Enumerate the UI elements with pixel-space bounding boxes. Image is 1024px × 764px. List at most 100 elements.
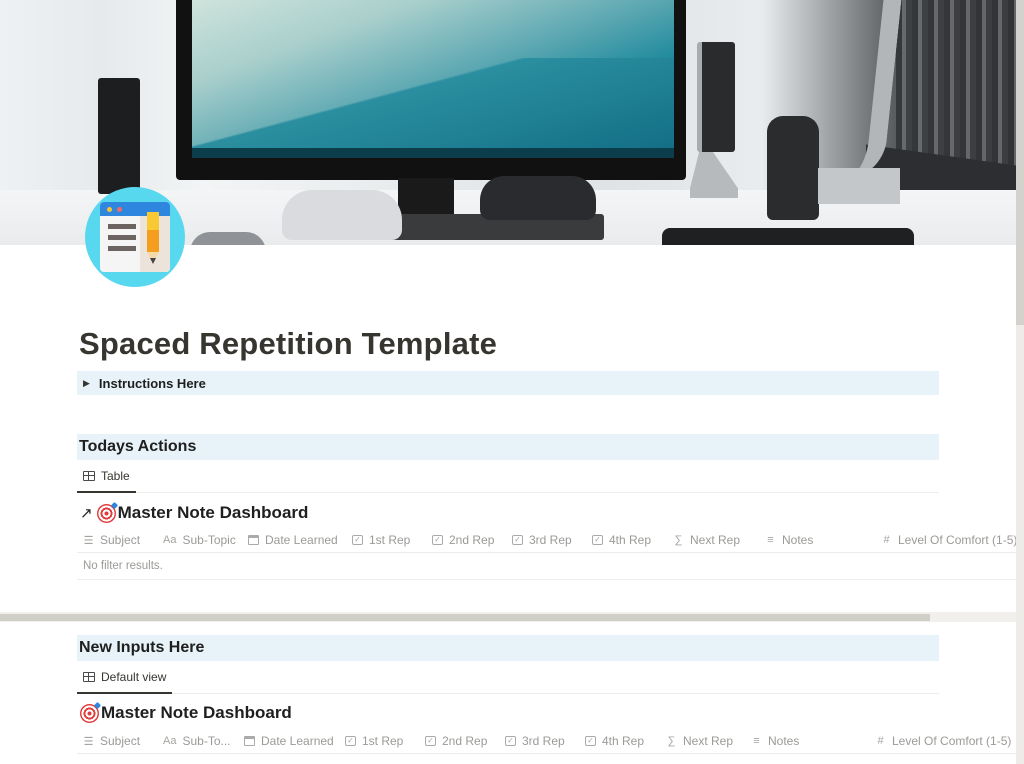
checkbox-icon: ✓ — [512, 535, 523, 545]
database-title-text: Master Note Dashboard — [117, 503, 309, 522]
column-label: Date Learned — [261, 734, 334, 748]
cover-mousepad — [662, 228, 914, 245]
column-header[interactable]: ✓ 3rd Rep — [505, 728, 565, 754]
column-label: Notes — [782, 533, 814, 547]
cover-speaker-left — [98, 78, 140, 194]
cover-smart-speaker — [190, 232, 266, 245]
formula-icon: ∑ — [667, 735, 676, 747]
database-title[interactable]: ↗ Master Note Dashboard — [80, 503, 308, 523]
cover-controller-white — [282, 190, 402, 240]
list-icon: ☰ — [83, 735, 94, 748]
icon-line — [108, 224, 136, 229]
tab-table-view[interactable]: Table — [77, 461, 136, 493]
database-title-text: Master Note Dashboard — [101, 703, 292, 722]
horizontal-scrollbar[interactable] — [0, 612, 1016, 622]
heading-text: New Inputs Here — [79, 639, 205, 656]
checkbox-icon: ✓ — [585, 736, 596, 746]
column-header[interactable]: # Level Of Comfort (1-5) — [875, 728, 1011, 754]
calendar-icon — [244, 736, 255, 746]
instructions-toggle[interactable]: ▶ Instructions Here — [77, 371, 939, 395]
view-tabs: Table — [77, 461, 939, 493]
database-title[interactable]: Master Note Dashboard — [80, 703, 292, 723]
column-label: Notes — [768, 734, 800, 748]
checkbox-icon: ✓ — [345, 736, 356, 746]
column-label: 1st Rep — [369, 533, 411, 547]
column-label: 3rd Rep — [522, 734, 565, 748]
target-icon — [96, 503, 116, 523]
pencil-lead — [150, 258, 156, 264]
notes-window-icon — [100, 202, 170, 272]
table-header-row: ☰ Subject Aa Sub-Topic Date Learned ✓ 1st Rep ✓… — [77, 527, 1017, 553]
cover-speaker-right-base — [690, 150, 738, 198]
checkbox-icon: ✓ — [592, 535, 603, 545]
column-header[interactable]: ✓ 4th Rep — [585, 728, 644, 754]
checkbox-icon: ✓ — [425, 736, 436, 746]
column-label: Sub-Topic — [182, 533, 236, 547]
cover-subwoofer — [767, 116, 819, 220]
target-icon — [80, 703, 99, 723]
column-label: 4th Rep — [602, 734, 645, 748]
cover-lamp-base — [818, 168, 900, 204]
checkbox-icon: ✓ — [505, 736, 516, 746]
cover-monitor-screen — [192, 0, 674, 158]
column-label: 3rd Rep — [529, 533, 572, 547]
column-label: Next Rep — [690, 533, 741, 547]
cover-taskbar — [192, 148, 674, 158]
column-header[interactable]: ≡ Notes — [765, 527, 813, 553]
calendar-icon — [248, 535, 259, 545]
column-header[interactable]: ∑ Next Rep — [666, 728, 733, 754]
column-header[interactable]: # Level Of Comfort (1-5) — [881, 527, 1017, 553]
page-icon-notes-pencil[interactable] — [85, 187, 185, 287]
icon-line — [108, 235, 136, 240]
icon-line — [108, 246, 136, 251]
icon-dot-yellow — [107, 207, 112, 212]
cover-controller-black — [480, 176, 596, 220]
column-label: Subject — [100, 734, 141, 748]
column-header[interactable]: Date Learned — [248, 527, 338, 553]
horizontal-scrollbar-thumb[interactable] — [0, 614, 930, 621]
checkbox-icon: ✓ — [352, 535, 363, 545]
column-header[interactable]: ☰ Subject — [83, 527, 140, 553]
number-icon: # — [883, 534, 890, 546]
cover-speaker-right — [697, 42, 735, 152]
column-label: Date Learned — [265, 533, 338, 547]
column-header[interactable]: ✓ 2nd Rep — [425, 728, 487, 754]
vertical-scrollbar[interactable] — [1016, 0, 1024, 764]
column-header[interactable]: ☰ Subject — [83, 728, 140, 754]
column-header[interactable]: ✓ 1st Rep — [345, 728, 403, 754]
column-header[interactable]: ∑ Next Rep — [673, 527, 740, 553]
column-label: Sub-To... — [182, 734, 231, 748]
checkbox-icon: ✓ — [432, 535, 443, 545]
column-header[interactable]: ✓ 4th Rep — [592, 527, 651, 553]
tab-label: Table — [101, 469, 130, 483]
column-header[interactable]: Date Learned — [244, 728, 334, 754]
number-icon: # — [877, 735, 884, 747]
heading-text: Todays Actions — [79, 438, 197, 455]
icon-dot-red — [117, 207, 122, 212]
column-header[interactable]: ≡ Notes — [751, 728, 799, 754]
column-label: Next Rep — [683, 734, 734, 748]
tab-label: Default view — [101, 670, 167, 684]
page-title[interactable]: Spaced Repetition Template — [79, 326, 497, 362]
formula-icon: ∑ — [674, 534, 683, 546]
column-label: 2nd Rep — [442, 734, 488, 748]
column-label: Level Of Comfort (1-5) — [898, 533, 1018, 547]
text-icon: Aa — [163, 735, 177, 747]
tab-default-view[interactable]: Default view — [77, 662, 173, 694]
text-icon: Aa — [163, 534, 177, 546]
column-header[interactable]: ✓ 1st Rep — [352, 527, 410, 553]
table-icon — [83, 672, 95, 682]
column-header[interactable]: ✓ 2nd Rep — [432, 527, 494, 553]
column-header[interactable]: Aa Sub-To... — [163, 728, 231, 754]
cover-mountains — [192, 58, 674, 148]
column-header[interactable]: Aa Sub-Topic — [163, 527, 236, 553]
column-label: Subject — [100, 533, 141, 547]
table-icon — [83, 471, 95, 481]
triangle-right-icon[interactable]: ▶ — [83, 378, 90, 389]
linked-arrow-icon: ↗ — [80, 505, 93, 522]
section-heading-todays-actions: Todays Actions — [77, 434, 939, 460]
section-heading-new-inputs: New Inputs Here — [77, 635, 939, 661]
column-header[interactable]: ✓ 3rd Rep — [512, 527, 572, 553]
text-lines-icon: ≡ — [767, 534, 774, 546]
vertical-scrollbar-thumb[interactable] — [1016, 0, 1024, 325]
